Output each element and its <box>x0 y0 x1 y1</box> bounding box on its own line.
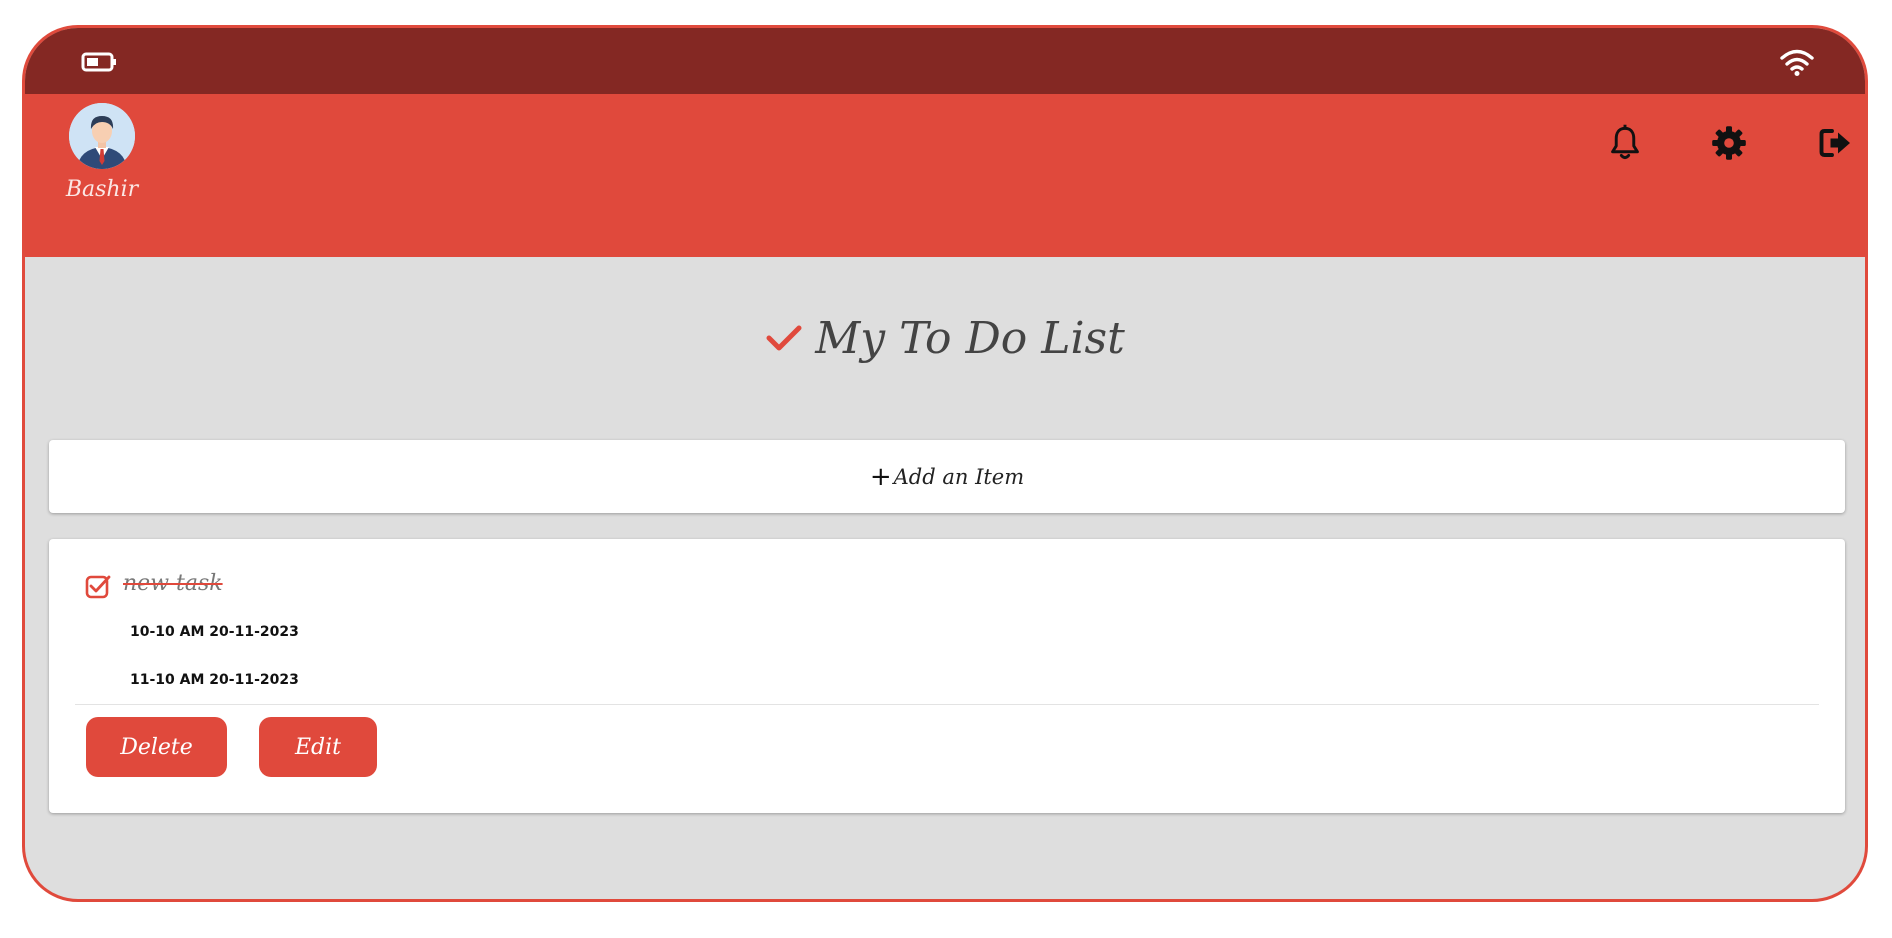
logout-icon[interactable] <box>1817 124 1853 162</box>
page-title: My To Do List <box>815 312 1125 364</box>
user-name: Bashir <box>65 177 139 202</box>
user-avatar-icon <box>69 103 135 169</box>
task-start-time: 10-10 AM 20-11-2023 <box>130 624 299 640</box>
add-item-button[interactable]: + Add an Item <box>49 440 1845 513</box>
avatar[interactable] <box>69 103 135 169</box>
plus-icon: + <box>869 461 892 492</box>
edit-button[interactable]: Edit <box>259 717 377 777</box>
checkmark-icon <box>766 325 802 351</box>
task-card: new task 10-10 AM 20-11-2023 11-10 AM 20… <box>49 539 1845 813</box>
bell-icon[interactable] <box>1607 124 1643 162</box>
app-frame: Bashir My To Do List + Add an Item new t… <box>22 25 1868 902</box>
divider <box>75 704 1819 705</box>
delete-button[interactable]: Delete <box>86 717 227 777</box>
app-header: Bashir <box>25 94 1865 257</box>
task-end-time: 11-10 AM 20-11-2023 <box>130 672 299 688</box>
add-item-label: Add an Item <box>893 464 1025 489</box>
checkbox-checked-icon[interactable] <box>85 573 111 599</box>
task-name: new task <box>123 571 223 596</box>
wifi-icon <box>1780 49 1814 76</box>
status-bar <box>25 28 1865 94</box>
gear-icon[interactable] <box>1711 124 1747 162</box>
battery-icon <box>81 52 116 72</box>
page-title-area: My To Do List <box>25 308 1865 368</box>
